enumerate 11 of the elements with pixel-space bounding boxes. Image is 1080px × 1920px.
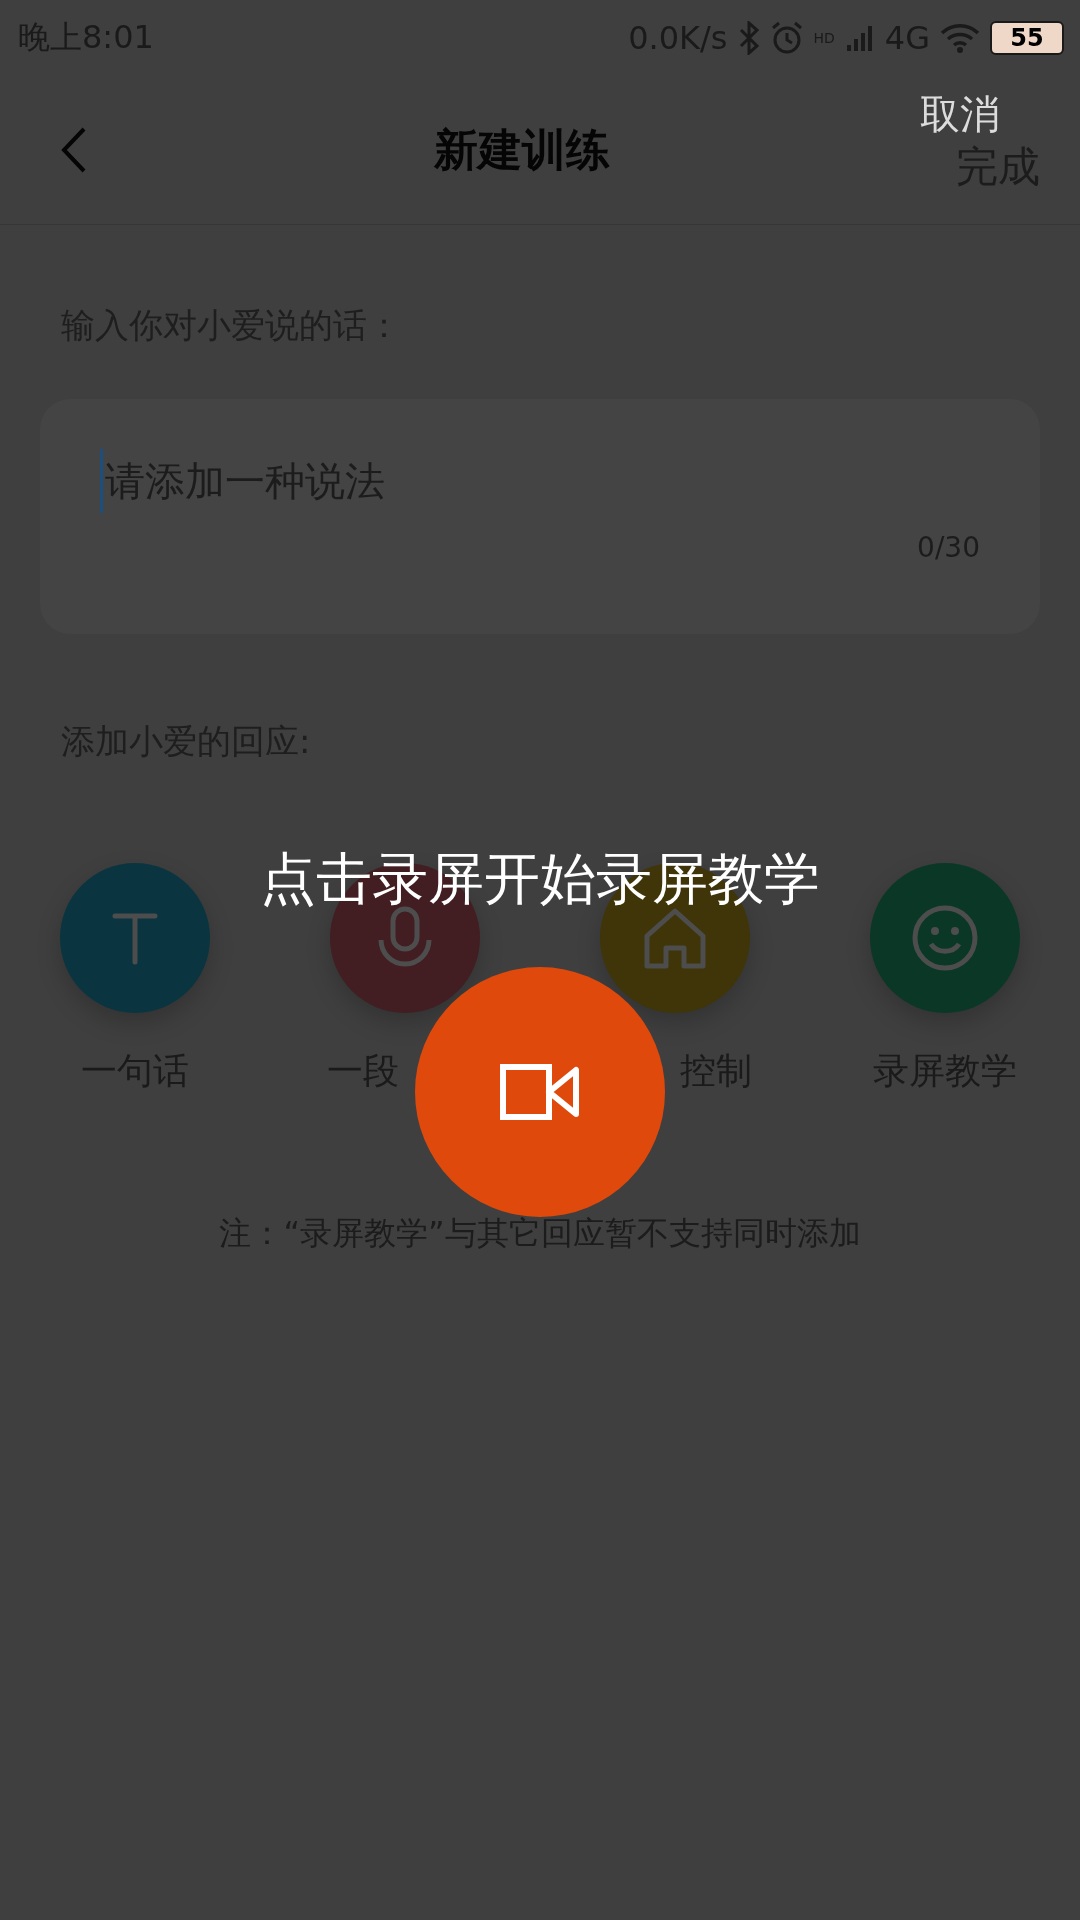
signal-icon <box>844 23 875 53</box>
page-title: 新建训练 <box>434 122 610 177</box>
smiley-icon <box>911 904 979 972</box>
video-camera-icon <box>500 1064 580 1120</box>
house-icon <box>642 906 708 970</box>
wifi-icon <box>940 23 980 53</box>
bluetooth-icon <box>737 21 760 55</box>
cancel-button[interactable]: 取消 <box>920 90 1000 138</box>
battery-indicator: 55 <box>990 21 1064 55</box>
alarm-icon <box>769 21 804 55</box>
overlay-hint: 点击录屏开始录屏教学 <box>260 846 820 911</box>
